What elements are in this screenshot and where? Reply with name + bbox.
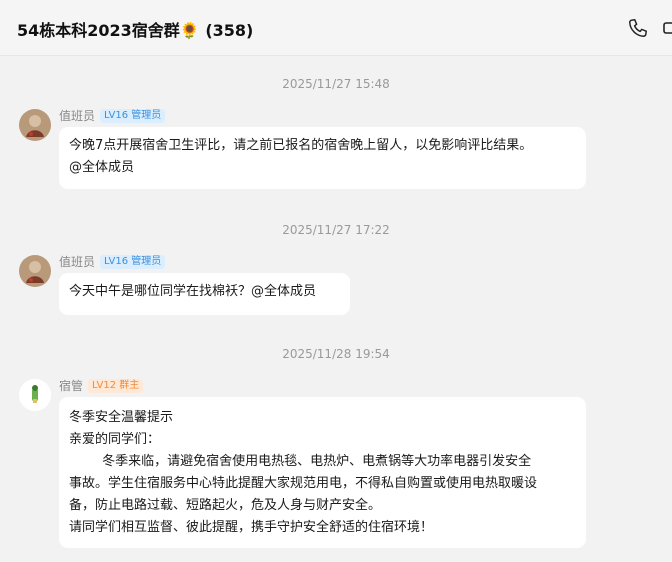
message-line: 冬季安全温馨提示 [69, 410, 174, 425]
group-title[interactable]: 54栋本科2023宿舍群🌻 (358) [17, 17, 253, 41]
message-line: 事故。学生住宿服务中心特此提醒大家规范用电，不得私自购置或使用电热取暖设 [69, 476, 538, 491]
level-badge: LV12 群主 [88, 378, 144, 393]
avatar[interactable] [19, 379, 51, 411]
avatar[interactable] [19, 255, 51, 287]
video-call-icon[interactable] [662, 18, 672, 38]
sender-name: 值班员 [59, 255, 96, 269]
message-line: @全体成员 [69, 160, 135, 175]
level-badge: LV16 管理员 [100, 108, 166, 123]
sender-row: 值班员 LV16 管理员 [59, 253, 166, 270]
level-badge: LV16 管理员 [100, 254, 166, 269]
message-bubble[interactable]: 今天中午是哪位同学在找棉袄？@全体成员 [59, 273, 350, 315]
avatar[interactable] [19, 109, 51, 141]
message-bubble[interactable]: 今晚7点开展宿舍卫生评比，请之前已报名的宿舍晚上留人，以免影响评比结果。 @全体… [59, 127, 586, 189]
timestamp: 2025/11/27 17:22 [282, 223, 390, 237]
sunflower-emoji: 🌻 [179, 21, 200, 40]
member-count: (358) [205, 21, 254, 40]
timestamp: 2025/11/27 15:48 [282, 77, 390, 91]
chat-header: 54栋本科2023宿舍群🌻 (358) [0, 0, 672, 56]
sender-name: 值班员 [59, 109, 96, 123]
message-line: 请同学们相互监督、彼此提醒，携手守护安全舒适的住宿环境！ [69, 520, 434, 535]
sender-row: 值班员 LV16 管理员 [59, 107, 166, 124]
group-name: 54栋本科2023宿舍群 [17, 21, 180, 40]
message-line: 备，防止电路过载、短路起火，危及人身与财产安全。 [69, 498, 382, 513]
message-line: 今晚7点开展宿舍卫生评比，请之前已报名的宿舍晚上留人，以免影响评比结果。 [69, 138, 533, 153]
timestamp: 2025/11/28 19:54 [282, 347, 390, 361]
sender-name: 宿管 [59, 379, 84, 393]
message-line: 冬季来临，请避免宿舍使用电热毯、电热炉、电煮锅等大功率电器引发安全 [69, 454, 532, 469]
message-line: 亲爱的同学们： [69, 432, 161, 447]
sender-row: 宿管 LV12 群主 [59, 377, 144, 394]
message-bubble[interactable]: 冬季安全温馨提示 亲爱的同学们： 冬季来临，请避免宿舍使用电热毯、电热炉、电煮锅… [59, 397, 586, 548]
phone-icon[interactable] [627, 17, 649, 39]
message-line: 今天中午是哪位同学在找棉袄？@全体成员 [69, 284, 317, 299]
